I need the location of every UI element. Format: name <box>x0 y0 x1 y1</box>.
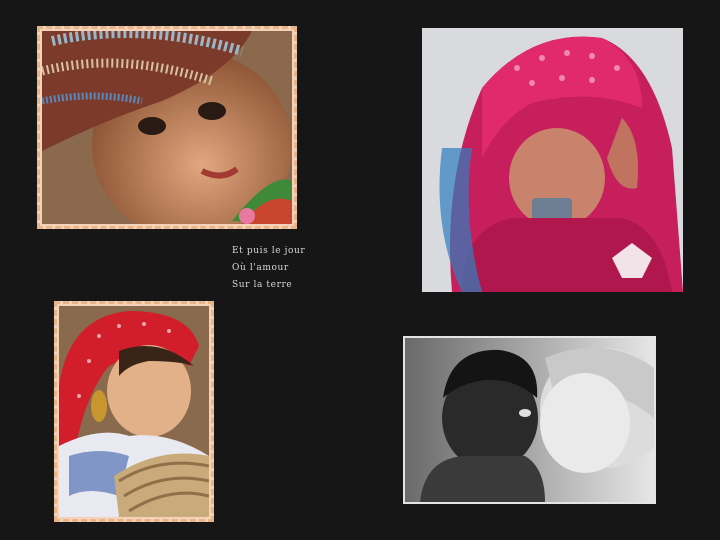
poem-line-1: Et puis le jour <box>232 246 306 256</box>
photo-girl-red-headscarf <box>54 301 214 522</box>
photo-child-beaded-headdress <box>37 26 297 229</box>
photo-two-children-bw <box>403 336 656 504</box>
poem-line-2: Où l'amour <box>232 263 289 273</box>
photo-two-children-bw-image <box>405 338 654 502</box>
photo-child-pink-headscarf-image <box>422 28 683 292</box>
photo-child-pink-headscarf <box>422 28 683 292</box>
poem-text: Et puis le jour Où l'amour Sur la terre <box>232 243 305 294</box>
photo-child-beaded-headdress-image <box>42 31 292 224</box>
poem-line-3: Sur la terre <box>232 280 293 290</box>
photo-girl-red-headscarf-image <box>59 306 209 517</box>
